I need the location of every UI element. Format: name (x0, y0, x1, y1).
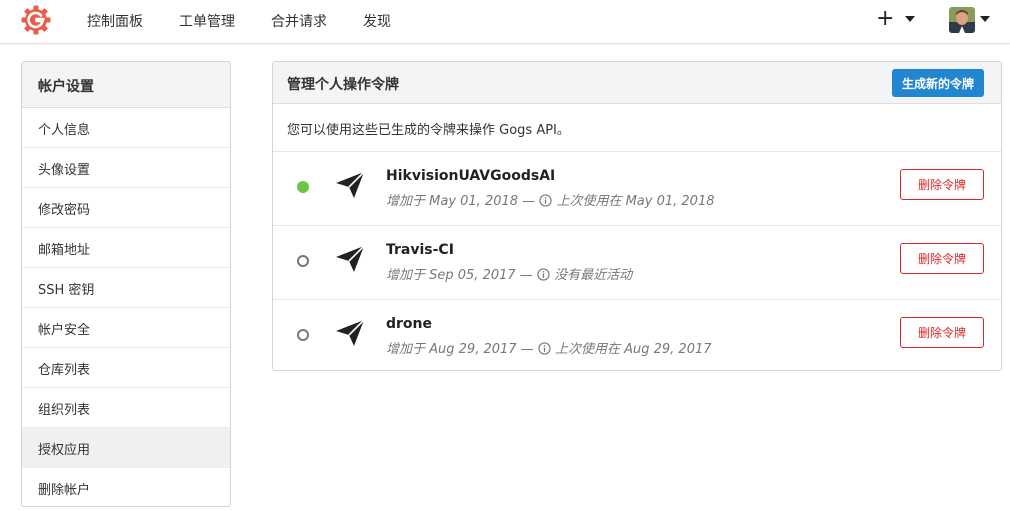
sidebar-item-password[interactable]: 修改密码 (22, 188, 230, 228)
sidebar-item-applications[interactable]: 授权应用 (22, 428, 230, 468)
info-circle-icon (537, 268, 550, 281)
token-added-date: 增加于 Aug 29, 2017 — (386, 342, 534, 357)
user-menu-caret-icon[interactable] (980, 16, 990, 22)
panel-description: 您可以使用这些已生成的令牌来操作 Gogs API。 (273, 104, 1001, 152)
sidebar-header: 帐户设置 (22, 62, 230, 108)
sidebar-item-avatar[interactable]: 头像设置 (22, 148, 230, 188)
status-inactive-icon (297, 329, 309, 341)
sidebar-item-email[interactable]: 邮箱地址 (22, 228, 230, 268)
generate-token-button[interactable]: 生成新的令牌 (892, 69, 984, 97)
token-added-date: 增加于 May 01, 2018 — (386, 194, 536, 209)
token-last-used: 上次使用在 May 01, 2018 (556, 194, 715, 209)
sidebar-item-delete-account[interactable]: 删除帐户 (22, 468, 230, 506)
token-added-date: 增加于 Sep 05, 2017 — (386, 268, 533, 283)
nav-explore[interactable]: 发现 (363, 11, 391, 31)
status-inactive-icon (297, 255, 309, 267)
sidebar-item-profile[interactable]: 个人信息 (22, 108, 230, 148)
tokens-panel: 管理个人操作令牌 生成新的令牌 您可以使用这些已生成的令牌来操作 Gogs AP… (272, 61, 1002, 371)
settings-sidebar: 帐户设置 个人信息 头像设置 修改密码 邮箱地址 SSH 密钥 帐户安全 仓库列… (21, 61, 231, 507)
gogs-logo-icon[interactable] (20, 4, 52, 36)
status-active-icon (297, 181, 309, 193)
sidebar-item-organizations[interactable]: 组织列表 (22, 388, 230, 428)
paper-plane-icon (336, 319, 365, 346)
panel-header: 管理个人操作令牌 生成新的令牌 (273, 62, 1001, 104)
sidebar-item-security[interactable]: 帐户安全 (22, 308, 230, 348)
delete-token-button[interactable]: 删除令牌 (900, 243, 984, 274)
caret-down-icon[interactable] (905, 16, 915, 22)
paper-plane-icon (336, 245, 365, 272)
delete-token-button[interactable]: 删除令牌 (900, 169, 984, 200)
token-name: HikvisionUAVGoodsAI (386, 168, 556, 184)
token-meta: 增加于 May 01, 2018 — 上次使用在 May 01, 2018 (386, 190, 715, 209)
nav-issues[interactable]: 工单管理 (179, 11, 235, 31)
delete-token-button[interactable]: 删除令牌 (900, 317, 984, 348)
token-meta: 增加于 Aug 29, 2017 — 上次使用在 Aug 29, 2017 (386, 338, 712, 357)
info-circle-icon (538, 342, 551, 355)
sidebar-item-ssh-keys[interactable]: SSH 密钥 (22, 268, 230, 308)
sidebar-item-repositories[interactable]: 仓库列表 (22, 348, 230, 388)
paper-plane-icon (336, 171, 365, 198)
token-name: drone (386, 316, 433, 332)
token-last-used: 上次使用在 Aug 29, 2017 (554, 342, 712, 357)
nav-pull-requests[interactable]: 合并请求 (271, 11, 327, 31)
token-meta: 增加于 Sep 05, 2017 — 没有最近活动 (386, 264, 632, 283)
token-row: Travis-CI 增加于 Sep 05, 2017 — 没有最近活动 删除令牌 (273, 226, 1001, 300)
top-navbar: 控制面板 工单管理 合并请求 发现 + (0, 0, 1010, 44)
nav-dashboard[interactable]: 控制面板 (87, 11, 143, 31)
token-name: Travis-CI (386, 242, 454, 258)
user-avatar[interactable] (949, 7, 975, 33)
create-new-button[interactable]: + (876, 6, 894, 32)
page-title: 管理个人操作令牌 (287, 77, 399, 93)
info-circle-icon (539, 194, 552, 207)
token-row: HikvisionUAVGoodsAI 增加于 May 01, 2018 — 上… (273, 152, 1001, 226)
token-row: drone 增加于 Aug 29, 2017 — 上次使用在 Aug 29, 2… (273, 300, 1001, 370)
token-last-used: 没有最近活动 (554, 268, 633, 283)
